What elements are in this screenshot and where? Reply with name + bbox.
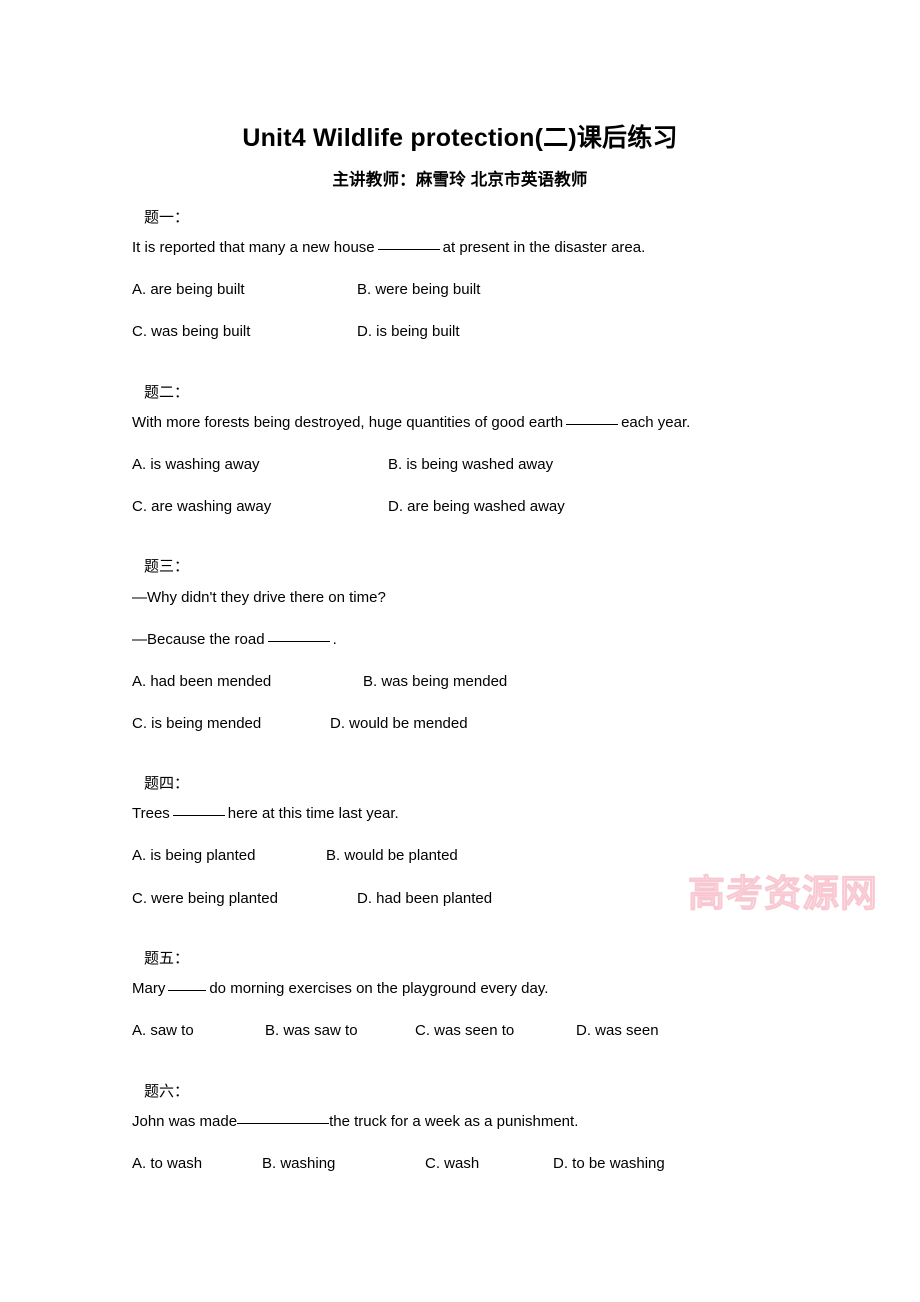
question-3-stem-before: —Because the road [132, 631, 265, 648]
question-5-option-c[interactable]: C. was seen to [415, 1022, 514, 1039]
question-4-option-c[interactable]: C. were being planted [132, 890, 278, 907]
question-1-blank [377, 249, 440, 250]
watermark: 高考资源网 [688, 868, 884, 920]
page-subtitle: 主讲教师：麻雪玲 北京市英语教师 [332, 171, 588, 189]
question-4-stem-before: Trees [132, 805, 170, 822]
question-6-option-d[interactable]: D. to be washing [553, 1155, 665, 1172]
question-3-stem-after: . [332, 631, 337, 648]
question-1-stem-before: It is reported that many a new house [132, 239, 375, 256]
question-6-stem-before: John was made [132, 1113, 238, 1130]
question-3-blank [267, 641, 330, 642]
question-3-option-d[interactable]: D. would be mended [330, 715, 468, 732]
question-2-label: 题二： [144, 384, 190, 401]
document-page: 高考资源网 Unit4 Wildlife protection(二)课后练习 主… [0, 0, 920, 1302]
question-5-option-d[interactable]: D. was seen [576, 1022, 659, 1039]
question-3-label: 题三： [144, 558, 190, 575]
question-5-label: 题五： [144, 950, 190, 967]
question-3-option-c[interactable]: C. is being mended [132, 715, 261, 732]
question-2-stem-after: each year. [621, 414, 691, 431]
question-2-option-c[interactable]: C. are washing away [132, 498, 271, 515]
question-2-stem: With more forests being destroyed, huge … [132, 414, 690, 431]
question-2-option-b[interactable]: B. is being washed away [388, 456, 553, 473]
question-6-option-c[interactable]: C. wash [425, 1155, 479, 1172]
question-2-option-a[interactable]: A. is washing away [132, 456, 260, 473]
question-4-blank [172, 815, 225, 816]
question-6-label: 题六： [144, 1083, 190, 1100]
question-3-stem-line1: —Why didn't they drive there on time? [132, 589, 386, 606]
question-3-stem-line2: —Because the road. [132, 631, 337, 648]
question-4-option-d[interactable]: D. had been planted [357, 890, 492, 907]
question-4-stem: Trees here at this time last year. [132, 805, 399, 822]
page-title: Unit4 Wildlife protection(二)课后练习 [242, 124, 678, 152]
question-1-stem: It is reported that many a new house at p… [132, 239, 645, 256]
question-6-option-b[interactable]: B. washing [262, 1155, 335, 1172]
question-6-stem-after: the truck for a week as a punishment. [329, 1113, 579, 1130]
question-5-option-a[interactable]: A. saw to [132, 1022, 194, 1039]
question-4-stem-after: here at this time last year. [227, 805, 399, 822]
question-1-option-b[interactable]: B. were being built [357, 281, 480, 298]
question-2-blank [566, 424, 619, 425]
question-1-option-d[interactable]: D. is being built [357, 323, 460, 340]
question-1-label: 题一： [144, 209, 190, 226]
question-1-option-c[interactable]: C. was being built [132, 323, 250, 340]
question-5-stem: Mary do morning exercises on the playgrou… [132, 980, 548, 997]
question-2-option-d[interactable]: D. are being washed away [388, 498, 565, 515]
question-6-stem: John was made the truck for a week as a p… [132, 1113, 578, 1130]
question-5-blank [168, 990, 207, 991]
question-6-blank [237, 1123, 330, 1124]
question-3-option-a[interactable]: A. had been mended [132, 673, 271, 690]
question-5-stem-after: do morning exercises on the playground e… [209, 980, 549, 997]
question-4-option-a[interactable]: A. is being planted [132, 847, 255, 864]
question-6-option-a[interactable]: A. to wash [132, 1155, 202, 1172]
question-4-option-b[interactable]: B. would be planted [326, 847, 458, 864]
question-5-option-b[interactable]: B. was saw to [265, 1022, 358, 1039]
question-3-option-b[interactable]: B. was being mended [363, 673, 507, 690]
question-4-label: 题四： [144, 775, 190, 792]
question-1-stem-after: at present in the disaster area. [442, 239, 646, 256]
question-5-stem-before: Mary [132, 980, 166, 997]
question-1-option-a[interactable]: A. are being built [132, 281, 245, 298]
question-2-stem-before: With more forests being destroyed, huge … [132, 414, 564, 431]
